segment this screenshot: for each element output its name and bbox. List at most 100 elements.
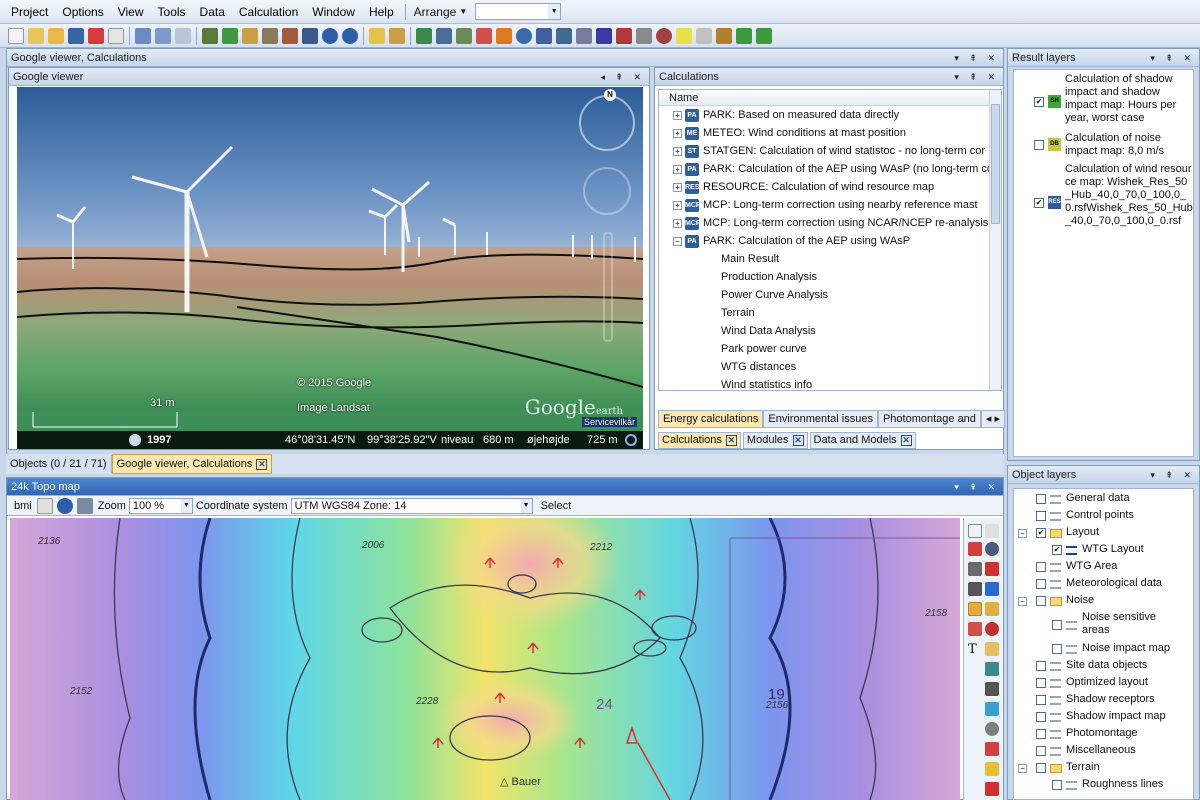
expand-icon[interactable]: + [673,146,682,156]
marker-icon[interactable] [968,622,982,636]
layer-checkbox[interactable] [1036,661,1046,671]
check-icon[interactable] [985,782,999,796]
photo-icon[interactable] [456,27,472,44]
menu-tools[interactable]: Tools [151,0,193,24]
close-icon[interactable]: ✕ [792,435,804,446]
open-folder-icon[interactable] [48,27,64,44]
layer-checkbox[interactable]: ✔ [1034,198,1044,208]
search-icon[interactable] [28,27,44,44]
ruler-icon[interactable] [968,602,982,616]
copy-icon[interactable] [36,497,53,514]
image-icon[interactable] [436,27,452,44]
layer-checkbox[interactable] [1036,712,1046,722]
calc-subrow[interactable]: Terrain [659,304,1001,322]
object-layer-label[interactable]: Meteorological data [1066,577,1162,590]
menu-window[interactable]: Window [305,0,362,24]
object-layer-label[interactable]: Optimized layout [1066,676,1148,689]
grid-icon[interactable] [76,497,93,514]
menu-options[interactable]: Options [55,0,110,24]
measure-icon[interactable] [576,27,592,44]
line-icon[interactable] [985,702,999,716]
layer-checkbox[interactable]: ✔ [1036,528,1046,538]
dropdown-icon[interactable] [155,27,171,44]
expand-icon[interactable]: + [673,164,682,174]
pencil-icon[interactable] [968,562,982,576]
result-layer-label[interactable]: Calculation of noise impact map: 8,0 m/s [1065,132,1193,158]
grid-icon[interactable] [536,27,552,44]
layer-checkbox[interactable]: ✔ [1052,545,1062,555]
star-icon[interactable] [596,27,612,44]
sphere-icon[interactable] [516,27,532,44]
zoom-select[interactable]: 100 % ▼ [128,497,193,514]
layer-checkbox[interactable] [1036,729,1046,739]
report-icon[interactable] [282,27,298,44]
terms-link[interactable]: Servicevilkår [582,417,638,427]
tab-objects[interactable]: Objects (0 / 21 / 71) [6,455,112,473]
close-icon[interactable]: ✕ [256,458,268,470]
settings-icon[interactable] [636,27,652,44]
layer-checkbox[interactable] [1036,678,1046,688]
tree-icon[interactable] [202,27,218,44]
turbine-icon[interactable] [985,562,999,576]
crosshair-icon[interactable] [985,662,999,676]
globe-icon[interactable] [56,497,73,514]
result-layer-label[interactable]: Calculation of wind resource map: Wishek… [1065,163,1193,228]
grid-icon[interactable] [968,582,982,596]
scrollbar-thumb[interactable] [991,104,1000,224]
object-layer-label[interactable]: Control points [1066,509,1134,522]
layer-checkbox[interactable] [1036,596,1046,606]
arrow-icon[interactable] [968,542,982,556]
polygon-icon[interactable] [985,742,999,756]
expand-icon[interactable]: + [673,128,682,138]
circle-icon[interactable] [985,722,999,736]
calc-subrow[interactable]: Production Analysis [659,268,1001,286]
tab-scroll-arrows[interactable]: ◂ ▸ [980,410,1006,428]
calc-row[interactable]: − PA PARK: Calculation of the AEP using WA… [659,232,1001,250]
menu-view[interactable]: View [111,0,151,24]
calc-row[interactable]: + PA PARK: Based on measured data directly [659,106,1001,124]
terrain-icon[interactable] [416,27,432,44]
calc-row[interactable]: + MCP MCP: Long-term correction using near… [659,196,1001,214]
tab-environmental-issues[interactable]: Environmental issues [763,410,878,428]
target-icon[interactable] [985,622,999,636]
globe2-icon[interactable] [342,27,358,44]
layer-checkbox[interactable] [1036,746,1046,756]
object-layer-label[interactable]: Terrain [1066,761,1100,774]
layer-checkbox[interactable] [1036,763,1046,773]
layer-checkbox[interactable] [1036,494,1046,504]
layer-checkbox[interactable] [1036,562,1046,572]
calc-row[interactable]: + ME METEO: Wind conditions at mast positi… [659,124,1001,142]
save-icon[interactable] [68,27,84,44]
calc-subrow[interactable]: Wind statistics info [659,376,1001,390]
calc-row[interactable]: + PA PARK: Calculation of the AEP using WA… [659,160,1001,178]
panel-controls[interactable]: ▾ ⇞ ✕ [954,68,999,86]
result-layer-label[interactable]: Calculation of shadow impact and shadow … [1065,73,1193,125]
target-icon[interactable] [656,27,672,44]
arrange-menu[interactable]: Arrange ▼ [410,5,472,19]
history-icon[interactable] [129,434,141,446]
new-file-icon[interactable] [8,27,24,44]
calc-subrow[interactable]: Power Curve Analysis [659,286,1001,304]
move-icon[interactable] [968,524,982,538]
window-icon[interactable] [696,27,712,44]
expand-icon[interactable]: + [673,110,682,120]
calc-row[interactable]: + ST STATGEN: Calculation of wind statisto… [659,142,1001,160]
layer-checkbox[interactable] [1036,511,1046,521]
monitor-icon[interactable] [302,27,318,44]
object-layer-label[interactable]: Site data objects [1066,659,1147,672]
undo-icon[interactable] [135,27,151,44]
earth-3d-view[interactable]: N 31 m © 2015 Google Image Landsat Googl… [17,87,643,449]
tab-modules[interactable]: Modules ✕ [742,432,808,449]
wtg-icon[interactable] [476,27,492,44]
hand-icon[interactable] [985,524,999,538]
print-icon[interactable] [262,27,278,44]
layer-checkbox[interactable] [1052,780,1062,790]
object-layer-label[interactable]: Miscellaneous [1066,744,1136,757]
calc-subrow[interactable]: Main Result [659,250,1001,268]
expand-icon[interactable]: + [673,182,682,192]
panel-controls[interactable]: ▾ ⇞ ✕ [954,49,999,67]
object-layer-label[interactable]: Roughness lines [1082,778,1163,791]
panel-controls[interactable]: ▾ ⇞ ✕ [1150,49,1195,67]
close-icon[interactable] [88,27,104,44]
panel-controls[interactable]: ◂ ⇞ ✕ [600,68,645,86]
